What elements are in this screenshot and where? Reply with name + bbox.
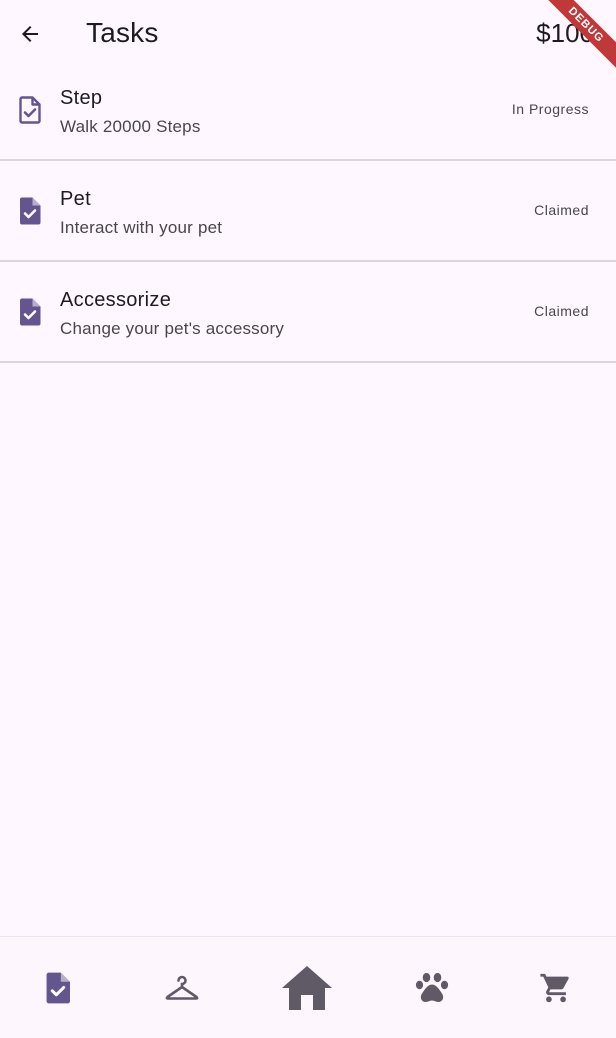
task-item-pet[interactable]: Pet Interact with your pet Claimed — [0, 161, 616, 262]
task-description: Interact with your pet — [60, 218, 223, 237]
balance-amount: $100 — [536, 18, 594, 48]
back-button[interactable] — [10, 14, 50, 54]
nav-shop[interactable] — [494, 937, 616, 1038]
hanger-icon — [165, 975, 199, 1000]
task-description: Walk 20000 Steps — [60, 117, 201, 136]
page-title: Tasks — [86, 17, 159, 48]
task-check-filled-icon — [20, 197, 41, 225]
app-bar: Tasks $100 — [0, 0, 616, 68]
task-status: Claimed — [534, 202, 589, 218]
task-title: Pet — [60, 188, 91, 210]
task-icon — [46, 972, 70, 1003]
task-item-accessorize[interactable]: Accessorize Change your pet's accessory … — [0, 262, 616, 363]
task-item-step[interactable]: Step Walk 20000 Steps In Progress — [0, 60, 616, 161]
task-check-outline-icon — [19, 96, 41, 124]
nav-pet[interactable] — [370, 937, 494, 1038]
nav-home[interactable] — [245, 937, 369, 1038]
task-title: Step — [60, 87, 103, 109]
task-status: Claimed — [534, 303, 589, 319]
paw-icon — [415, 972, 449, 1002]
bottom-navigation — [0, 936, 616, 1038]
home-icon — [282, 965, 332, 1010]
arrow-back-icon — [22, 26, 38, 42]
nav-wardrobe[interactable] — [120, 937, 244, 1038]
task-check-filled-icon — [20, 298, 41, 326]
task-status: In Progress — [511, 101, 589, 117]
nav-tasks[interactable] — [0, 937, 120, 1038]
task-description: Change your pet's accessory — [60, 319, 285, 338]
cart-icon — [540, 973, 569, 1002]
task-title: Accessorize — [60, 289, 172, 311]
task-list: Step Walk 20000 Steps In Progress Pet In… — [0, 60, 616, 363]
